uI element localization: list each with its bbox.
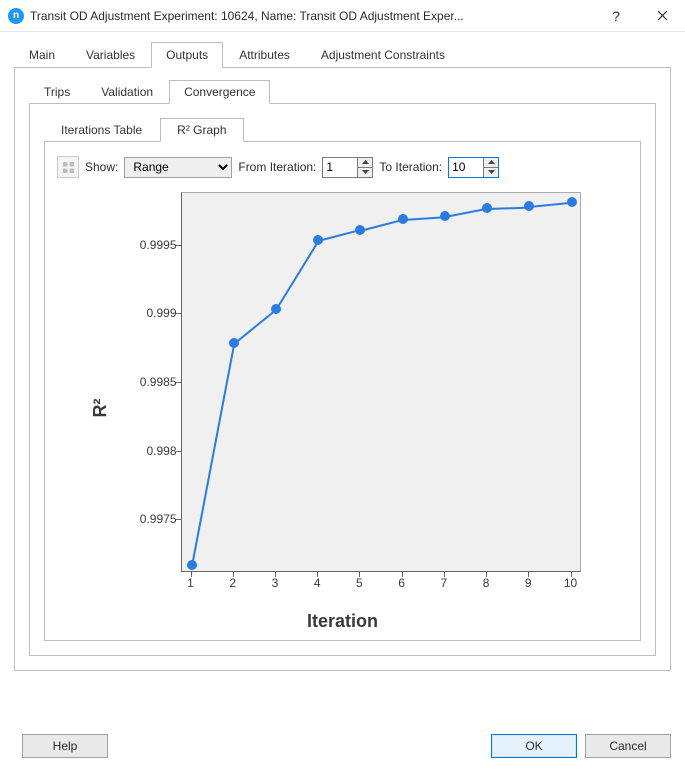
tab-adjustment-constraints[interactable]: Adjustment Constraints [306, 42, 460, 68]
ytick-label: 0.9985 [137, 375, 177, 389]
chart-controls: Show: RangeAll From Iteration: To Iterat… [57, 156, 628, 178]
ytick-label: 0.999 [137, 306, 177, 320]
chart-point [313, 235, 323, 245]
xtick-label: 3 [272, 576, 279, 590]
help-button[interactable]: Help [22, 734, 108, 758]
to-iteration-spinner[interactable] [448, 157, 499, 178]
titlebar: n Transit OD Adjustment Experiment: 1062… [0, 0, 685, 32]
tab-outputs[interactable]: Outputs [151, 42, 223, 68]
spin-down-icon[interactable] [484, 168, 498, 177]
tab-variables[interactable]: Variables [71, 42, 150, 68]
subtab-trips[interactable]: Trips [29, 80, 85, 104]
chart-line-segment [233, 309, 276, 345]
chart-point [187, 560, 197, 570]
tab-attributes[interactable]: Attributes [224, 42, 305, 68]
chart-line-segment [191, 344, 235, 566]
convergence-panel: Iterations TableR² Graph Show: RangeAll … [29, 104, 656, 656]
chart-point [482, 203, 492, 213]
chart-point [440, 211, 450, 221]
chart-line-segment [445, 208, 488, 218]
dialog-content: MainVariablesOutputsAttributesAdjustment… [0, 32, 685, 720]
tab-main[interactable]: Main [14, 42, 70, 68]
window-title: Transit OD Adjustment Experiment: 10624,… [30, 9, 593, 23]
subtab-convergence[interactable]: Convergence [169, 80, 270, 104]
xtick-label: 9 [525, 576, 532, 590]
help-icon[interactable]: ? [593, 0, 639, 32]
xtick-label: 1 [187, 576, 194, 590]
cancel-button[interactable]: Cancel [585, 734, 671, 758]
xtick-label: 8 [483, 576, 490, 590]
from-iteration-spinner[interactable] [322, 157, 373, 178]
xtick-label: 7 [440, 576, 447, 590]
ytick-label: 0.9975 [137, 512, 177, 526]
chart-line-segment [487, 206, 529, 209]
chart-point [271, 304, 281, 314]
innertab-r-graph[interactable]: R² Graph [160, 118, 243, 142]
ok-button[interactable]: OK [491, 734, 577, 758]
r2-graph-panel: Show: RangeAll From Iteration: To Iterat… [44, 142, 641, 641]
chart-line-segment [318, 230, 361, 243]
from-iteration-label: From Iteration: [238, 160, 316, 174]
grid-icon[interactable] [57, 156, 79, 178]
show-select[interactable]: RangeAll [124, 157, 232, 178]
from-iteration-input[interactable] [323, 158, 357, 177]
dialog-footer: Help OK Cancel [0, 720, 685, 772]
ytick-label: 0.9995 [137, 238, 177, 252]
chart-line-segment [529, 202, 571, 208]
to-iteration-input[interactable] [449, 158, 483, 177]
subtab-validation[interactable]: Validation [86, 80, 168, 104]
chart-point [524, 201, 534, 211]
main-tabs: MainVariablesOutputsAttributesAdjustment… [14, 42, 671, 68]
xtick-label: 10 [564, 576, 577, 590]
chart-line-segment [403, 216, 445, 221]
spin-down-icon[interactable] [358, 168, 372, 177]
outputs-panel: TripsValidationConvergence Iterations Ta… [14, 68, 671, 671]
convergence-tabs: Iterations TableR² Graph [44, 118, 641, 142]
chart-line-segment [275, 241, 319, 311]
app-icon: n [8, 8, 24, 24]
spin-up-icon[interactable] [484, 158, 498, 168]
output-subtabs: TripsValidationConvergence [29, 80, 656, 104]
ytick-label: 0.998 [137, 444, 177, 458]
xtick-label: 6 [398, 576, 405, 590]
chart-point [567, 197, 577, 207]
close-icon[interactable] [639, 0, 685, 32]
chart-ylabel: R² [90, 399, 111, 418]
to-iteration-label: To Iteration: [379, 160, 442, 174]
xtick-label: 5 [356, 576, 363, 590]
r2-chart: R² Iteration 0.99750.9980.99850.9990.999… [97, 188, 589, 628]
spin-up-icon[interactable] [358, 158, 372, 168]
xtick-label: 2 [229, 576, 236, 590]
chart-line-segment [360, 219, 403, 232]
xtick-label: 4 [314, 576, 321, 590]
show-label: Show: [85, 160, 118, 174]
chart-point [229, 338, 239, 348]
chart-point [355, 225, 365, 235]
chart-point [398, 214, 408, 224]
chart-plot-area [181, 192, 581, 572]
innertab-iterations-table[interactable]: Iterations Table [44, 118, 159, 142]
chart-xlabel: Iteration [307, 611, 378, 632]
